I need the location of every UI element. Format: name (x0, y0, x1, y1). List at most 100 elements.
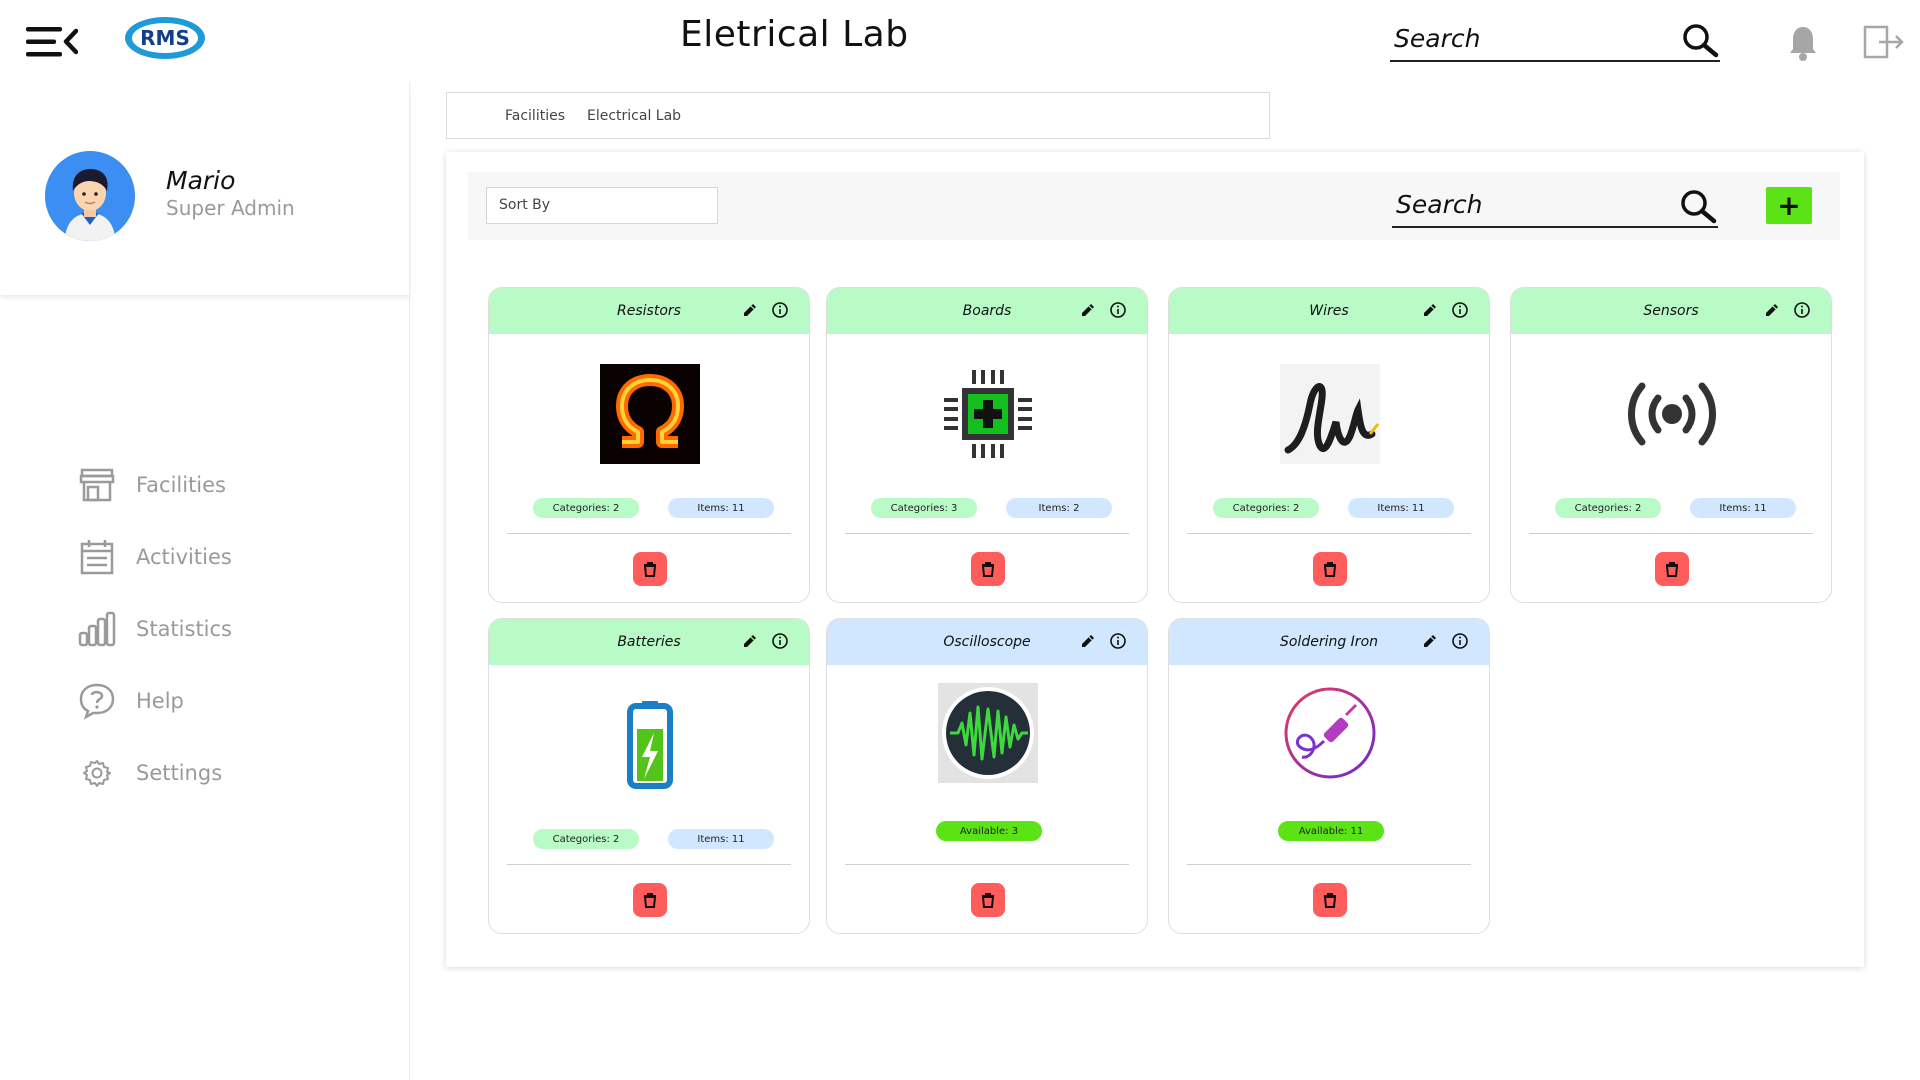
pencil-icon[interactable] (1421, 632, 1439, 654)
pencil-icon[interactable] (1079, 301, 1097, 323)
sort-by-select[interactable]: Sort By (486, 187, 718, 224)
trash-icon (1323, 893, 1337, 908)
card-header: Batteries (489, 619, 809, 665)
info-icon[interactable] (1451, 632, 1469, 654)
card-divider (1529, 533, 1813, 534)
top-bar: RMS Eletrical Lab Search (0, 0, 1920, 82)
card-sensors[interactable]: Sensors Categories: 2 Items: 11 (1510, 287, 1832, 603)
delete-button[interactable] (1655, 552, 1689, 586)
pencil-icon[interactable] (741, 301, 759, 323)
store-icon (78, 466, 116, 504)
panel-search-placeholder: Search (1396, 190, 1483, 219)
calendar-icon (78, 538, 116, 576)
card-title: Sensors (1643, 303, 1699, 319)
delete-button[interactable] (1313, 552, 1347, 586)
card-resistors[interactable]: Resistors Categories: 2 Items: 11 (488, 287, 810, 603)
header-search-placeholder: Search (1394, 24, 1481, 53)
pencil-icon[interactable] (741, 632, 759, 654)
sidebar-item-activities[interactable]: Activities (78, 535, 232, 579)
trash-icon (1665, 562, 1679, 577)
items-badge: Items: 11 (668, 829, 774, 849)
available-badge: Available: 3 (936, 821, 1042, 841)
delete-button[interactable] (633, 552, 667, 586)
delete-button[interactable] (971, 552, 1005, 586)
trash-icon (981, 893, 995, 908)
omega-icon (600, 364, 700, 464)
info-icon[interactable] (1109, 301, 1127, 323)
card-header: Oscilloscope (827, 619, 1147, 665)
categories-badge: Categories: 3 (871, 498, 977, 518)
user-name: Mario (166, 166, 236, 195)
items-badge: Items: 11 (668, 498, 774, 518)
items-badge: Items: 2 (1006, 498, 1112, 518)
card-wires[interactable]: Wires Categories: 2 Items: 11 (1168, 287, 1490, 603)
card-oscilloscope[interactable]: Oscilloscope Available: 3 (826, 618, 1148, 934)
sidebar-item-label: Facilities (136, 473, 226, 497)
categories-badge: Categories: 2 (1555, 498, 1661, 518)
items-badge: Items: 11 (1348, 498, 1454, 518)
main-panel: Sort By Search + Resistors Categories: 2… (446, 152, 1864, 967)
card-divider (845, 864, 1129, 865)
sidebar-item-label: Help (136, 689, 184, 713)
pencil-icon[interactable] (1421, 301, 1439, 323)
delete-button[interactable] (1313, 883, 1347, 917)
card-title: Batteries (617, 634, 681, 650)
categories-badge: Categories: 2 (533, 498, 639, 518)
breadcrumb-item-electrical-lab[interactable]: Electrical Lab (587, 108, 681, 124)
user-profile: Mario Super Admin (0, 82, 410, 295)
card-header: Boards (827, 288, 1147, 334)
breadcrumb: Facilities Electrical Lab (446, 92, 1270, 139)
card-batteries[interactable]: Batteries Categories: 2 Items: 11 (488, 618, 810, 934)
info-icon[interactable] (771, 632, 789, 654)
menu-collapse-icon[interactable] (24, 24, 79, 60)
card-divider (1187, 864, 1471, 865)
delete-button[interactable] (971, 883, 1005, 917)
sidebar-item-label: Activities (136, 545, 232, 569)
card-divider (507, 533, 791, 534)
card-divider (845, 533, 1129, 534)
card-boards[interactable]: Boards Categories: 3 Items: 2 (826, 287, 1148, 603)
card-title: Oscilloscope (943, 634, 1031, 650)
delete-button[interactable] (633, 883, 667, 917)
breadcrumb-item-facilities[interactable]: Facilities (505, 108, 565, 124)
wire-icon (1280, 364, 1380, 464)
header-search-input[interactable]: Search (1390, 22, 1720, 62)
user-role: Super Admin (166, 196, 295, 220)
rms-logo[interactable]: RMS (123, 15, 207, 61)
oscilloscope-icon (938, 683, 1038, 783)
search-icon[interactable] (1680, 22, 1720, 62)
help-icon (78, 682, 116, 720)
card-header: Resistors (489, 288, 809, 334)
card-title: Boards (962, 303, 1012, 319)
page-title: Eletrical Lab (680, 14, 909, 55)
bar-chart-icon (78, 610, 116, 648)
search-icon[interactable] (1678, 188, 1718, 228)
add-button[interactable]: + (1766, 187, 1812, 224)
gear-icon (78, 754, 116, 792)
info-icon[interactable] (1451, 301, 1469, 323)
sidebar-item-label: Settings (136, 761, 223, 785)
trash-icon (643, 893, 657, 908)
trash-icon (643, 562, 657, 577)
info-icon[interactable] (1109, 632, 1127, 654)
logout-icon[interactable] (1862, 24, 1906, 64)
sidebar-item-facilities[interactable]: Facilities (78, 463, 226, 507)
card-soldering-iron[interactable]: Soldering Iron Available: 11 (1168, 618, 1490, 934)
card-header: Soldering Iron (1169, 619, 1489, 665)
categories-badge: Categories: 2 (533, 829, 639, 849)
info-icon[interactable] (771, 301, 789, 323)
logo-text: RMS (140, 26, 190, 50)
available-badge: Available: 11 (1278, 821, 1384, 841)
panel-search-input[interactable]: Search (1392, 184, 1718, 228)
sidebar-item-statistics[interactable]: Statistics (78, 607, 232, 651)
avatar[interactable] (45, 151, 135, 241)
pencil-icon[interactable] (1079, 632, 1097, 654)
card-title: Resistors (617, 303, 681, 319)
sidebar: Mario Super Admin Facilities Activities … (0, 82, 410, 1080)
info-icon[interactable] (1793, 301, 1811, 323)
pencil-icon[interactable] (1763, 301, 1781, 323)
sidebar-item-settings[interactable]: Settings (78, 751, 222, 795)
card-title: Wires (1309, 303, 1349, 319)
sidebar-item-help[interactable]: Help (78, 679, 184, 723)
bell-icon[interactable] (1788, 24, 1818, 66)
